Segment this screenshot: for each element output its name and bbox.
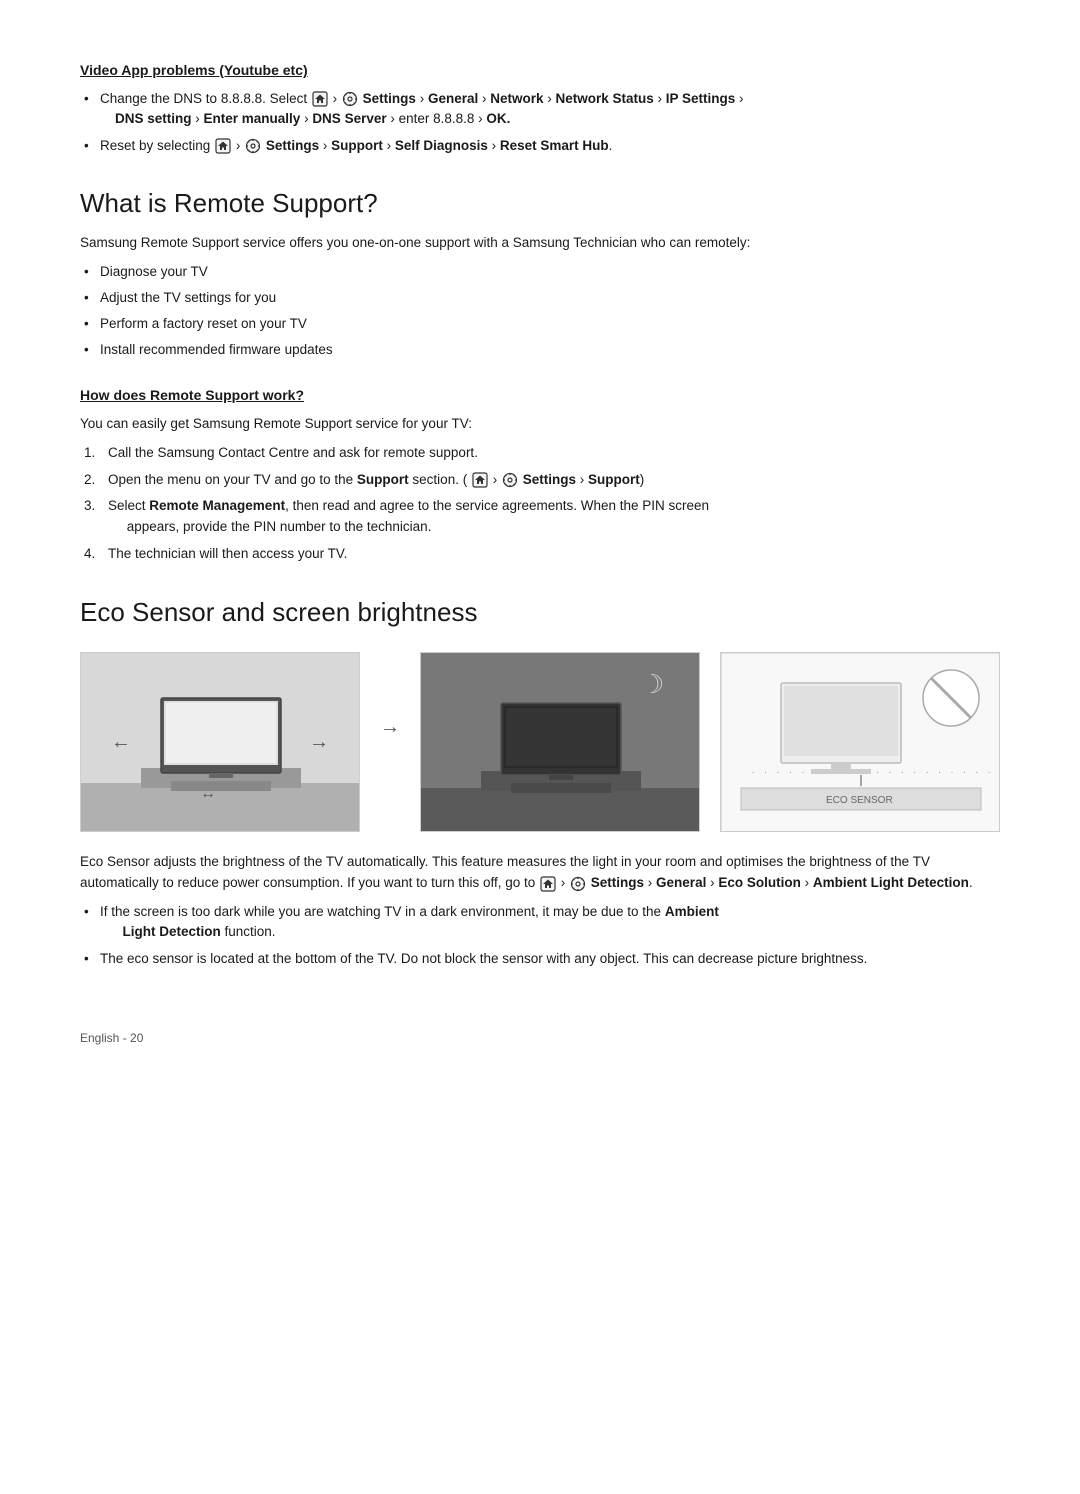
- page-footer: English - 20: [80, 1029, 1000, 1047]
- remote-support-heading: What is Remote Support?: [80, 184, 1000, 223]
- rs-bullet-4: Install recommended firmware updates: [80, 340, 1000, 360]
- settings-icon-2: [245, 138, 261, 154]
- rs-bullet-2: Adjust the TV settings for you: [80, 288, 1000, 308]
- video-app-section: Video App problems (Youtube etc) Change …: [80, 60, 1000, 156]
- svg-text:↔: ↔: [200, 785, 216, 802]
- eco-bullet1-pre: If the screen is too dark while you are …: [100, 904, 661, 919]
- step-1-text: Call the Samsung Contact Centre and ask …: [108, 445, 478, 460]
- svg-text:☽: ☽: [641, 669, 664, 699]
- eco-image-2-svg: ☽: [421, 653, 700, 832]
- settings-icon-4: [570, 876, 586, 892]
- step-1: 1. Call the Samsung Contact Centre and a…: [80, 443, 1000, 464]
- home-icon: [312, 91, 328, 107]
- eco-images-container: ← → ↔ → ☽: [80, 652, 1000, 832]
- bullet1-chevron1: ›: [333, 91, 341, 106]
- settings-icon-1: [342, 91, 358, 107]
- eco-image-3-svg: . . . . . . . . . . . . . . . . . . . . …: [721, 653, 1000, 832]
- how-does-steps: 1. Call the Samsung Contact Centre and a…: [80, 443, 1000, 566]
- settings-icon-3: [502, 472, 518, 488]
- step-2-num: 2.: [84, 470, 95, 491]
- video-app-bullets: Change the DNS to 8.8.8.8. Select › Sett…: [80, 89, 1000, 156]
- eco-bullet-2: The eco sensor is located at the bottom …: [80, 949, 1000, 969]
- eco-bullet-1: If the screen is too dark while you are …: [80, 902, 1000, 943]
- remote-support-bullets: Diagnose your TV Adjust the TV settings …: [80, 262, 1000, 361]
- remote-support-intro: Samsung Remote Support service offers yo…: [80, 233, 1000, 254]
- video-app-bullet-2: Reset by selecting › Settings › Support …: [80, 136, 1000, 156]
- eco-body-pre: Eco Sensor adjusts the brightness of the…: [80, 854, 930, 890]
- image-arrow-1: →: [380, 712, 400, 832]
- eco-body-text: Eco Sensor adjusts the brightness of the…: [80, 852, 1000, 894]
- svg-text:ECO SENSOR: ECO SENSOR: [826, 795, 893, 806]
- rs-bullet-3: Perform a factory reset on your TV: [80, 314, 1000, 334]
- svg-text:. . . . . . . . . . . . . . .: . . . . . . . . . . . . . . . . . . . .: [751, 767, 993, 775]
- remote-support-section: What is Remote Support? Samsung Remote S…: [80, 184, 1000, 565]
- home-icon-4: [540, 876, 556, 892]
- home-icon-2: [215, 138, 231, 154]
- step-3: 3. Select Remote Management, then read a…: [80, 496, 1000, 538]
- bullet1-pre: Change the DNS to 8.8.8.8. Select: [100, 91, 311, 106]
- step-2: 2. Open the menu on your TV and go to th…: [80, 470, 1000, 491]
- eco-bullets: If the screen is too dark while you are …: [80, 902, 1000, 969]
- bullet2-pre: Reset by selecting: [100, 138, 214, 153]
- step-3-text: Select Remote Management, then read and …: [108, 498, 709, 534]
- video-app-heading: Video App problems (Youtube etc): [80, 60, 1000, 81]
- bullet2-text: Settings › Support › Self Diagnosis › Re…: [266, 138, 613, 153]
- eco-bullet1-post: function.: [225, 924, 276, 939]
- video-app-bullet-1: Change the DNS to 8.8.8.8. Select › Sett…: [80, 89, 1000, 130]
- home-icon-3: [472, 472, 488, 488]
- step-2-text: Open the menu on your TV and go to the S…: [108, 472, 644, 487]
- eco-image-3: . . . . . . . . . . . . . . . . . . . . …: [720, 652, 1000, 832]
- eco-image-1: ← → ↔: [80, 652, 360, 832]
- rs-bullet-1: Diagnose your TV: [80, 262, 1000, 282]
- eco-image-1-svg: ← → ↔: [81, 653, 360, 832]
- how-does-intro: You can easily get Samsung Remote Suppor…: [80, 414, 1000, 435]
- step-4-text: The technician will then access your TV.: [108, 546, 347, 561]
- svg-text:→: →: [309, 731, 329, 753]
- step-1-num: 1.: [84, 443, 95, 464]
- step-4: 4. The technician will then access your …: [80, 544, 1000, 565]
- eco-image-2: ☽: [420, 652, 700, 832]
- eco-sensor-heading: Eco Sensor and screen brightness: [80, 593, 1000, 632]
- how-does-heading: How does Remote Support work?: [80, 385, 1000, 406]
- eco-sensor-section: Eco Sensor and screen brightness: [80, 593, 1000, 969]
- page-number: English - 20: [80, 1031, 143, 1045]
- step-4-num: 4.: [84, 544, 95, 565]
- svg-text:←: ←: [111, 731, 131, 753]
- step-3-num: 3.: [84, 496, 95, 517]
- bullet2-chevron: ›: [236, 138, 244, 153]
